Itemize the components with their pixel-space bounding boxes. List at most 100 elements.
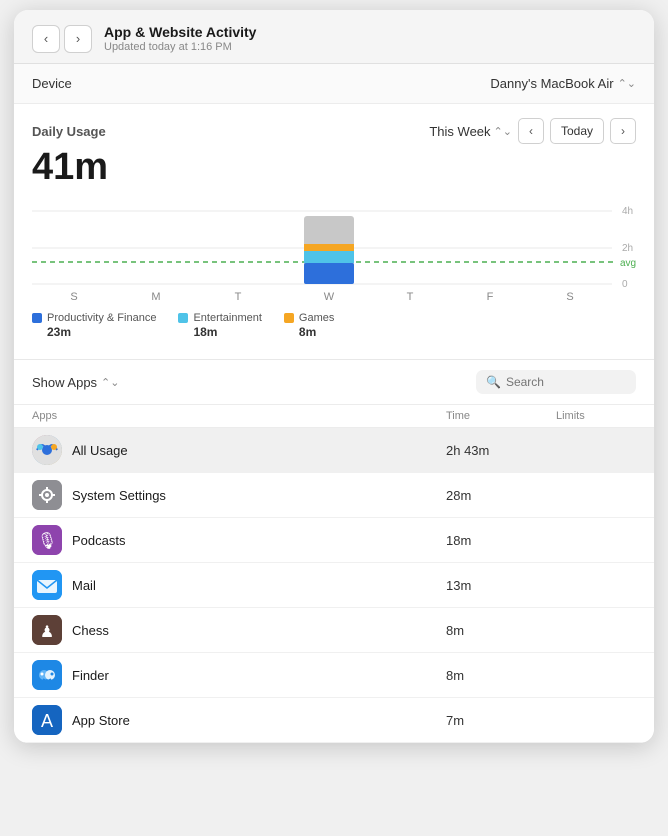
- chart-legend: Productivity & Finance 23m Entertainment…: [32, 312, 636, 349]
- app-name-podcasts: Podcasts: [72, 533, 125, 548]
- svg-text:S: S: [70, 291, 77, 303]
- settings-icon-svg: [32, 480, 62, 510]
- app-icon-mail: [32, 570, 62, 600]
- table-row[interactable]: A App Store 7m: [14, 698, 654, 743]
- svg-text:0: 0: [622, 279, 628, 290]
- usage-header: Daily Usage This Week ⌃⌄ ‹ Today ›: [32, 118, 636, 144]
- legend-label-row-entertainment: Entertainment: [178, 312, 261, 324]
- app-icon-appstore: A: [32, 705, 62, 735]
- usage-amount: 41m: [32, 148, 636, 186]
- period-chevron-icon: ⌃⌄: [494, 125, 512, 138]
- table-row[interactable]: All Usage 2h 43m: [14, 428, 654, 473]
- legend-item-games: Games 8m: [284, 312, 334, 339]
- app-name-finder: Finder: [72, 668, 109, 683]
- legend-time-productivity: 23m: [47, 325, 156, 339]
- svg-text:M: M: [151, 291, 160, 303]
- forward-button[interactable]: ›: [64, 25, 92, 53]
- app-time-appstore: 7m: [446, 713, 556, 728]
- app-icon-finder: [32, 660, 62, 690]
- app-name-mail: Mail: [72, 578, 96, 593]
- back-button[interactable]: ‹: [32, 25, 60, 53]
- apps-section: Show Apps ⌃⌄ 🔍 Apps Time Limits: [14, 359, 654, 743]
- table-row[interactable]: 🎙 Podcasts 18m: [14, 518, 654, 563]
- app-info-chess: ♟ Chess: [32, 615, 446, 645]
- chess-icon-svg: ♟: [32, 615, 62, 645]
- window-subtitle: Updated today at 1:16 PM: [104, 41, 636, 53]
- app-info-system-settings: System Settings: [32, 480, 446, 510]
- title-block: App & Website Activity Updated today at …: [104, 24, 636, 53]
- search-box[interactable]: 🔍: [476, 370, 636, 394]
- svg-text:♟: ♟: [40, 624, 54, 641]
- svg-text:avg: avg: [620, 258, 636, 269]
- window-title: App & Website Activity: [104, 24, 636, 40]
- col-header-apps: Apps: [32, 410, 446, 422]
- usage-title: Daily Usage: [32, 124, 106, 139]
- period-next-button[interactable]: ›: [610, 118, 636, 144]
- appstore-icon-svg: A: [32, 705, 62, 735]
- device-row: Device Danny's MacBook Air ⌃⌄: [14, 64, 654, 104]
- legend-dot-productivity: [32, 313, 42, 323]
- col-header-time: Time: [446, 410, 556, 422]
- show-apps-label: Show Apps: [32, 375, 97, 390]
- period-selector[interactable]: This Week ⌃⌄: [429, 124, 512, 139]
- legend-label-row-games: Games: [284, 312, 334, 324]
- svg-text:T: T: [407, 291, 414, 303]
- app-time-mail: 13m: [446, 578, 556, 593]
- app-info-finder: Finder: [32, 660, 446, 690]
- period-today-button[interactable]: Today: [550, 118, 604, 144]
- svg-text:T: T: [235, 291, 242, 303]
- main-window: ‹ › App & Website Activity Updated today…: [14, 10, 654, 743]
- table-row[interactable]: System Settings 28m: [14, 473, 654, 518]
- legend-label-row-productivity: Productivity & Finance: [32, 312, 156, 324]
- app-icon-chess: ♟: [32, 615, 62, 645]
- podcasts-icon-svg: 🎙: [32, 525, 62, 555]
- app-name-chess: Chess: [72, 623, 109, 638]
- col-header-limits: Limits: [556, 410, 636, 422]
- search-icon: 🔍: [486, 375, 501, 389]
- search-input[interactable]: [506, 375, 626, 389]
- legend-item-productivity: Productivity & Finance 23m: [32, 312, 156, 339]
- table-row[interactable]: Mail 13m: [14, 563, 654, 608]
- show-apps-chevron-icon: ⌃⌄: [101, 376, 119, 389]
- app-time-system-settings: 28m: [446, 488, 556, 503]
- legend-dot-games: [284, 313, 294, 323]
- legend-time-games: 8m: [299, 325, 334, 339]
- legend-name-entertainment: Entertainment: [193, 312, 261, 324]
- table-row[interactable]: ♟ Chess 8m: [14, 608, 654, 653]
- show-apps-button[interactable]: Show Apps ⌃⌄: [32, 375, 119, 390]
- app-time-all-usage: 2h 43m: [446, 443, 556, 458]
- app-time-chess: 8m: [446, 623, 556, 638]
- legend-name-games: Games: [299, 312, 334, 324]
- period-controls: This Week ⌃⌄ ‹ Today ›: [429, 118, 636, 144]
- table-header: Apps Time Limits: [14, 405, 654, 428]
- app-name-appstore: App Store: [72, 713, 130, 728]
- svg-text:A: A: [41, 711, 53, 731]
- table-row[interactable]: Finder 8m: [14, 653, 654, 698]
- usage-section: Daily Usage This Week ⌃⌄ ‹ Today › 41m 4…: [14, 104, 654, 359]
- titlebar: ‹ › App & Website Activity Updated today…: [14, 10, 654, 64]
- app-icon-system-settings: [32, 480, 62, 510]
- apps-toolbar: Show Apps ⌃⌄ 🔍: [14, 360, 654, 405]
- period-prev-button[interactable]: ‹: [518, 118, 544, 144]
- app-info-all-usage: All Usage: [32, 435, 446, 465]
- app-time-podcasts: 18m: [446, 533, 556, 548]
- app-icon-all-usage: [32, 435, 62, 465]
- legend-time-entertainment: 18m: [193, 325, 261, 339]
- legend-item-entertainment: Entertainment 18m: [178, 312, 261, 339]
- app-name-system-settings: System Settings: [72, 488, 166, 503]
- nav-buttons: ‹ ›: [32, 25, 92, 53]
- svg-text:🎙: 🎙: [37, 532, 57, 550]
- all-usage-icon-svg: [32, 435, 62, 465]
- svg-text:S: S: [566, 291, 573, 303]
- app-name-all-usage: All Usage: [72, 443, 128, 458]
- chart-svg: 4h 2h 0 avg S M: [32, 196, 636, 306]
- legend-dot-entertainment: [178, 313, 188, 323]
- legend-name-productivity: Productivity & Finance: [47, 312, 156, 324]
- device-label: Device: [32, 76, 72, 91]
- device-selector[interactable]: Danny's MacBook Air ⌃⌄: [490, 76, 636, 91]
- svg-text:2h: 2h: [622, 243, 633, 254]
- app-time-finder: 8m: [446, 668, 556, 683]
- svg-text:4h: 4h: [622, 206, 633, 217]
- svg-text:F: F: [487, 291, 494, 303]
- chart-container: 4h 2h 0 avg S M: [32, 196, 636, 306]
